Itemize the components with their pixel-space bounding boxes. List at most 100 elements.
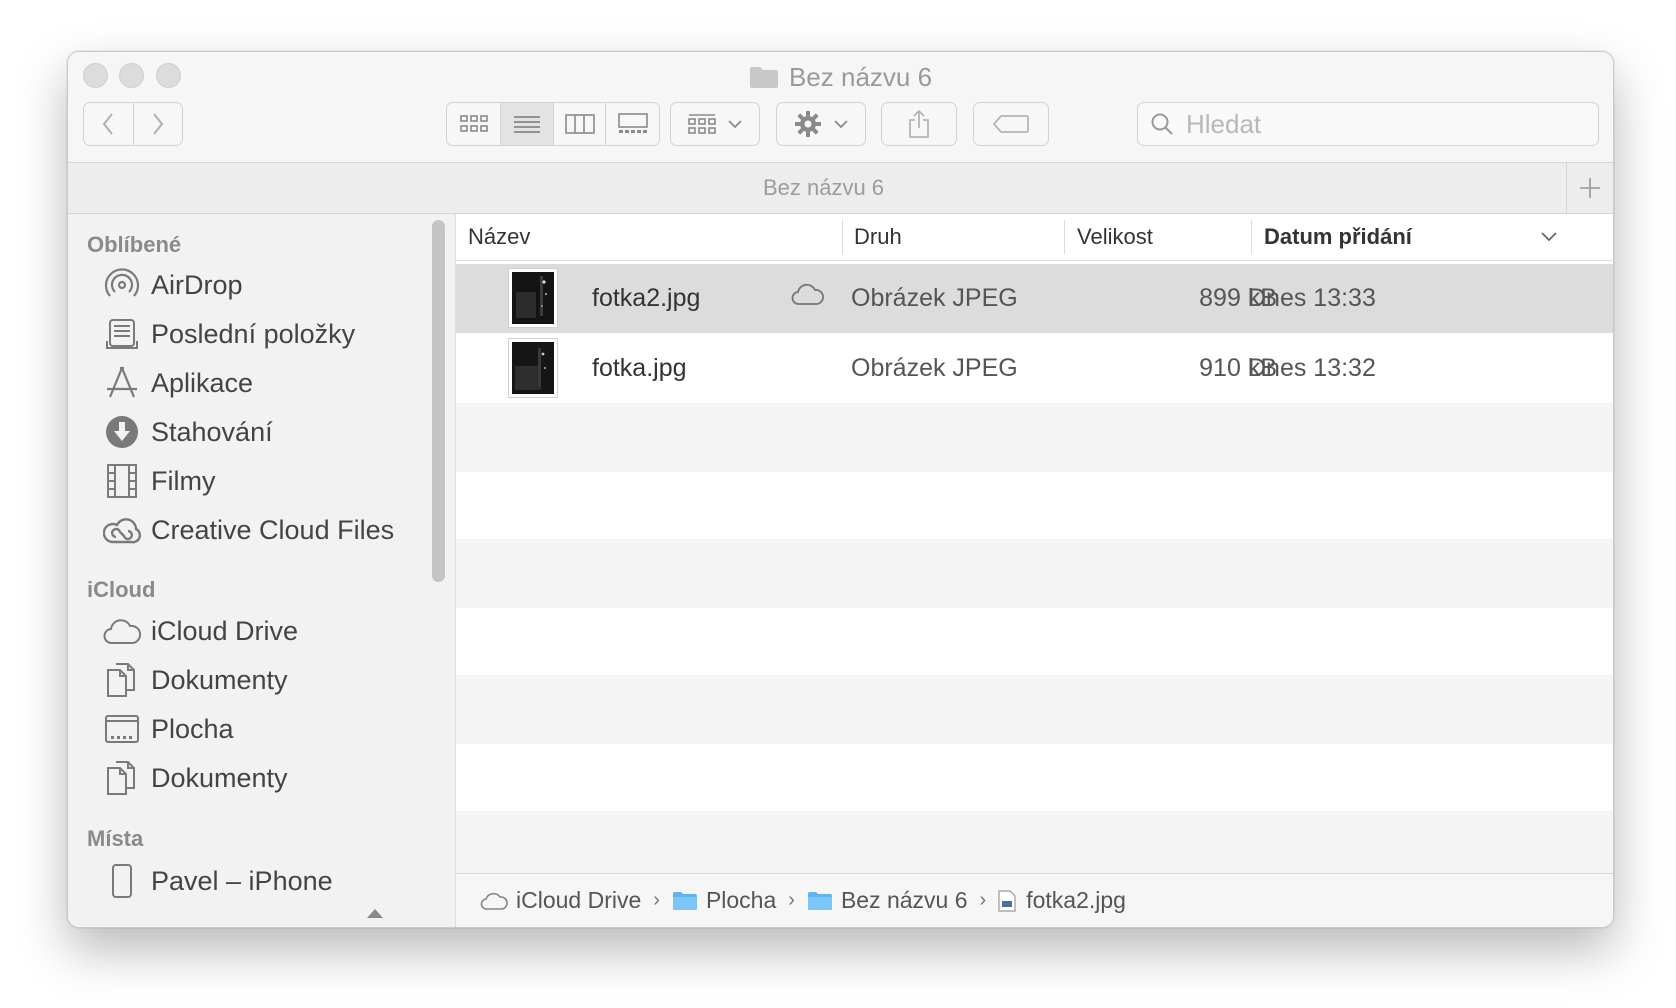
eject-button[interactable] [366, 906, 384, 924]
action-menu-button[interactable] [776, 102, 866, 146]
file-list: Název Druh Velikost Datum přidání fotka2… [456, 214, 1613, 927]
applications-icon [102, 363, 142, 403]
gear-icon [795, 111, 821, 137]
folder-icon [672, 891, 697, 910]
empty-row [456, 675, 1613, 744]
path-segment-label: iCloud Drive [516, 887, 642, 913]
sidebar-item-label: Filmy [151, 465, 216, 496]
tab-bar: Bez názvu 6 [68, 163, 1613, 214]
tag-button[interactable] [973, 102, 1049, 146]
iphone-icon [102, 861, 142, 901]
sidebar: Oblíbené AirDrop Poslední položky Aplika… [68, 214, 456, 927]
eject-icon [367, 909, 383, 918]
column-divider[interactable] [1064, 220, 1065, 254]
icon-view-button[interactable] [447, 103, 500, 145]
sidebar-item-icloud-drive[interactable]: iCloud Drive [102, 609, 298, 653]
view-mode-control [446, 102, 660, 146]
path-segment-label: Bez názvu 6 [840, 887, 968, 913]
sidebar-item-label: Pavel – iPhone [151, 865, 333, 896]
chevron-right-icon: › [653, 889, 660, 911]
sidebar-item-label: Creative Cloud Files [151, 514, 395, 545]
path-segment[interactable]: Plocha [672, 887, 776, 914]
tab-current[interactable]: Bez názvu 6 [68, 175, 1579, 201]
path-segment-label: fotka2.jpg [1026, 887, 1126, 913]
forward-button[interactable] [132, 103, 182, 145]
file-kind: Obrázek JPEG [851, 354, 1018, 382]
list-view-button[interactable] [500, 103, 553, 145]
sidebar-item-recents[interactable]: Poslední položky [102, 312, 355, 356]
sidebar-item-label: AirDrop [151, 269, 243, 300]
file-name: fotka2.jpg [592, 284, 701, 312]
share-button[interactable] [881, 102, 957, 146]
empty-row [456, 539, 1613, 608]
sidebar-item-applications[interactable]: Aplikace [102, 361, 253, 405]
sidebar-item-movies[interactable]: Filmy [102, 459, 215, 503]
new-tab-button[interactable] [1566, 163, 1613, 213]
file-date-added: Dnes 13:32 [1248, 354, 1376, 382]
movies-icon [102, 461, 142, 501]
columns-icon [564, 114, 595, 134]
column-divider[interactable] [842, 220, 843, 254]
path-segment[interactable]: fotka2.jpg [998, 887, 1126, 914]
empty-row [456, 811, 1613, 880]
path-segment[interactable]: Bez názvu 6 [807, 887, 968, 914]
file-date-added: Dnes 13:33 [1248, 284, 1376, 312]
file-row[interactable]: fotka2.jpg Obrázek JPEG 899 kB Dnes 13:3… [456, 264, 1613, 333]
search-input[interactable] [1184, 107, 1568, 141]
sidebar-item-label: Dokumenty [151, 664, 288, 695]
sidebar-item-iphone[interactable]: Pavel – iPhone [102, 859, 333, 903]
column-headers: Název Druh Velikost Datum přidání [456, 214, 1613, 261]
list-icon [514, 116, 541, 133]
grid-icon [459, 115, 488, 132]
file-name: fotka.jpg [592, 354, 687, 382]
window-title-area: Bez názvu 6 [68, 62, 1613, 96]
airdrop-icon [102, 265, 142, 305]
sidebar-scrollbar[interactable] [432, 220, 445, 582]
sidebar-item-documents[interactable]: Dokumenty [102, 658, 288, 702]
path-segment-label: Plocha [705, 887, 777, 913]
file-row[interactable]: fotka.jpg Obrázek JPEG 910 kB Dnes 13:32 [456, 334, 1613, 403]
desktop-icon [102, 709, 142, 749]
window-title: Bez názvu 6 [788, 62, 933, 92]
file-kind: Obrázek JPEG [851, 284, 1018, 312]
group-by-icon [688, 114, 716, 134]
sidebar-section-locations: Místa [87, 826, 144, 851]
sidebar-item-desktop[interactable]: Plocha [102, 707, 234, 751]
sidebar-item-label: iCloud Drive [151, 615, 299, 646]
image-thumbnail [508, 338, 558, 398]
cloud-icon [102, 611, 142, 651]
sidebar-item-label: Plocha [151, 713, 234, 744]
chevron-down-icon [1541, 232, 1557, 242]
sidebar-section-icloud: iCloud [87, 577, 156, 602]
creative-cloud-icon [102, 510, 142, 550]
column-view-button[interactable] [552, 103, 606, 145]
column-header-kind[interactable]: Druh [854, 224, 902, 250]
chevron-right-icon [153, 113, 164, 135]
column-divider[interactable] [1251, 220, 1252, 254]
chevron-right-icon: › [979, 889, 987, 911]
sidebar-item-label: Poslední položky [151, 318, 356, 349]
chevron-right-icon: › [788, 889, 795, 911]
column-header-size[interactable]: Velikost [1077, 224, 1153, 250]
empty-row [456, 403, 1613, 472]
path-segment[interactable]: iCloud Drive [480, 887, 641, 914]
group-by-button[interactable] [670, 102, 760, 146]
sidebar-section-favorites: Oblíbené [87, 232, 182, 257]
cloud-icon [480, 892, 508, 910]
sidebar-item-airdrop[interactable]: AirDrop [102, 263, 243, 307]
back-button[interactable] [84, 103, 133, 145]
recents-icon [102, 314, 142, 354]
sidebar-item-creative-cloud[interactable]: Creative Cloud Files [102, 508, 394, 552]
column-header-name[interactable]: Název [468, 224, 530, 250]
plus-icon [1580, 178, 1600, 198]
folder-icon [807, 891, 832, 910]
column-header-date-added[interactable]: Datum přidání [1264, 224, 1412, 250]
image-thumbnail [508, 268, 558, 328]
search-field[interactable] [1137, 102, 1599, 146]
gallery-view-button[interactable] [605, 103, 659, 145]
finder-window: Bez názvu 6 Hledat Bez názvu 6 Oblíbené … [67, 51, 1614, 928]
cloud-icon[interactable] [791, 282, 825, 313]
sidebar-item-documents-2[interactable]: Dokumenty [102, 756, 288, 800]
sidebar-item-downloads[interactable]: Stahování [102, 410, 273, 454]
chevron-left-icon [103, 113, 114, 135]
